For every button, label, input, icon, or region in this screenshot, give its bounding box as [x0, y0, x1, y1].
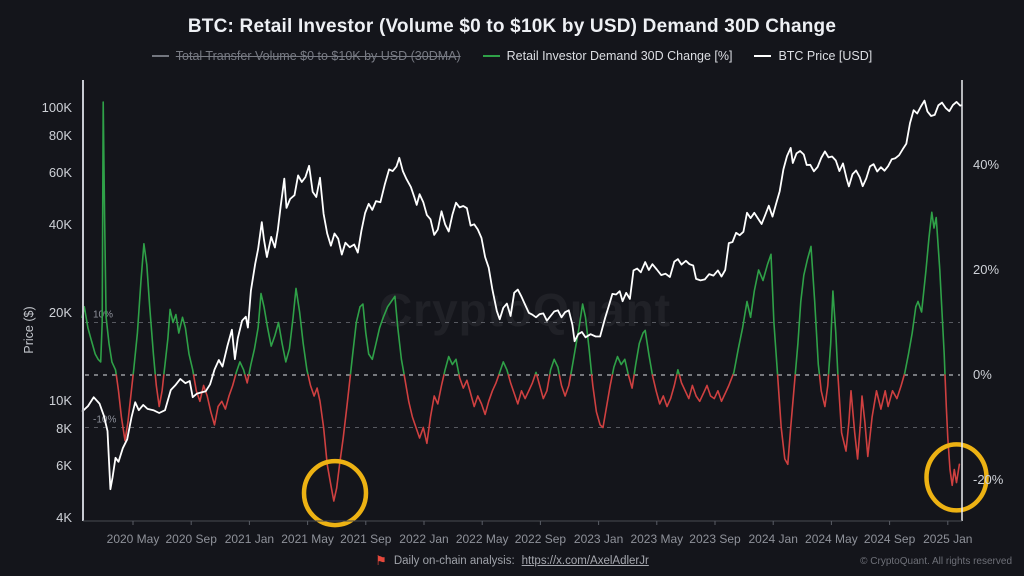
y-left-tick-label: 20K: [48, 304, 72, 320]
chart-card: BTC: Retail Investor (Volume $0 to $10K …: [0, 0, 1024, 576]
page-title: BTC: Retail Investor (Volume $0 to $10K …: [187, 16, 837, 37]
y-right-tick-label: 20%: [973, 262, 1000, 277]
flag-icon: ⚑: [375, 553, 387, 568]
gridline-label: 10%: [93, 310, 113, 321]
legend-dash-icon: [754, 55, 772, 57]
legend-item-retail-demand[interactable]: Retail Investor Demand 30D Change [%]: [482, 49, 732, 63]
demand-line-negative: [115, 374, 961, 502]
y-left-tick-label: 100K: [41, 100, 72, 115]
legend-item-transfer-volume[interactable]: Total Transfer Volume $0 to $10K by USD …: [151, 49, 461, 63]
x-tick-label: 2025 Jan: [923, 532, 973, 546]
y-left-tick-label: 6K: [56, 458, 72, 473]
btc-price-line: [81, 99, 963, 491]
y-left-tick-label: 4K: [56, 509, 72, 525]
legend-dash-icon: [151, 55, 169, 57]
footer-link[interactable]: https://x.com/AxelAdlerJr: [522, 555, 649, 567]
legend: Total Transfer Volume $0 to $10K by USD …: [0, 49, 1024, 63]
y-left-tick-label: 8K: [56, 421, 72, 437]
y-left-tick-label: 80K: [48, 128, 72, 144]
y-right-tick-label: 0%: [973, 367, 992, 382]
legend-dash-icon: [482, 55, 500, 57]
y-right-tick-label: -20%: [973, 472, 1004, 487]
plot-svg: 10%-10%: [81, 80, 989, 528]
copyright: © CryptoQuant. All rights reserved: [860, 556, 1012, 567]
y-left-tick-label: 40K: [48, 216, 72, 232]
y-left-tick-label: 10K: [48, 393, 72, 408]
y-right-tick-label: 40%: [973, 157, 1000, 172]
y-left-tick-label: 60K: [48, 165, 72, 180]
legend-item-btc-price[interactable]: BTC Price [USD]: [754, 49, 872, 63]
footer-text: Daily on-chain analysis:: [393, 555, 515, 567]
demand-line-positive: [81, 101, 946, 376]
